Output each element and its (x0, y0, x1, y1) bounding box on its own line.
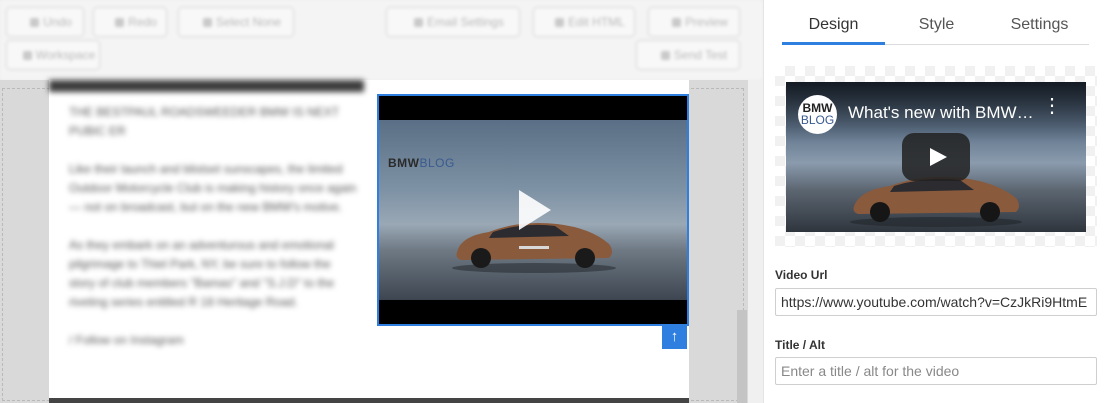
video-brand-logo: BMWBLOG (388, 156, 455, 170)
channel-avatar[interactable]: BMW BLOG (798, 95, 837, 134)
email-paragraph: / Follow on Instagram (69, 333, 184, 347)
workspace-label: Workspace (35, 48, 96, 62)
editor-toolbar: Undo Redo Select None Email Settings Edi… (0, 0, 763, 80)
brand-light: BLOG (419, 156, 455, 170)
edit-html-button[interactable]: Edit HTML (533, 7, 635, 37)
gear-icon (414, 18, 424, 27)
email-paragraph: THE BESTPAUL ROADSWEEDER BMW IS NEXT PUB… (69, 105, 339, 138)
redo-label: Redo (128, 15, 157, 29)
email-text-block[interactable]: THE BESTPAUL ROADSWEEDER BMW IS NEXT PUB… (69, 103, 359, 369)
preview-label: Preview (685, 15, 728, 29)
active-tab-indicator (782, 42, 885, 45)
select-none-label: Select None (215, 15, 282, 29)
youtube-embed[interactable]: BMW BLOG What's new with BMW? The BMW Vi… (786, 82, 1086, 232)
send-test-button[interactable]: Send Test (636, 40, 740, 70)
email-settings-label: Email Settings (427, 15, 504, 29)
play-icon[interactable] (517, 188, 553, 232)
panel-tabs: Design Style Settings (782, 8, 1089, 45)
brand-bold: BMW (388, 156, 420, 170)
title-alt-input[interactable] (775, 357, 1097, 385)
redo-icon (115, 18, 125, 27)
properties-panel: Design Style Settings BMW BLOG What's ne… (763, 0, 1108, 403)
email-paragraph: Like their launch and blistset sunscapes… (69, 162, 357, 214)
send-test-label: Send Test (673, 48, 728, 62)
video-url-input[interactable] (775, 288, 1097, 316)
youtube-play-button[interactable] (902, 133, 970, 181)
select-none-button[interactable]: Select None (178, 7, 294, 37)
undo-icon (30, 18, 40, 27)
scrollbar-thumb[interactable] (737, 310, 747, 403)
email-settings-button[interactable]: Email Settings (386, 7, 520, 37)
more-vert-icon[interactable]: ⋮ (1042, 96, 1062, 126)
move-up-button[interactable]: ↑ (662, 325, 687, 349)
canvas-scrollbar[interactable] (748, 80, 763, 403)
video-title[interactable]: What's new with BMW? The BMW Vision Next… (848, 103, 1038, 123)
redo-button[interactable]: Redo (93, 7, 167, 37)
workspace-button[interactable]: Workspace (6, 40, 100, 70)
video-url-label: Video Url (775, 268, 828, 282)
video-preview: BMW BLOG What's new with BMW? The BMW Vi… (775, 66, 1097, 247)
undo-label: Undo (43, 15, 72, 29)
video-block[interactable]: BMWBLOG (377, 94, 689, 326)
send-icon (660, 51, 670, 60)
arrow-up-icon: ↑ (670, 328, 679, 345)
tab-style[interactable]: Style (885, 16, 988, 34)
workspace-icon (22, 51, 32, 60)
edit-html-label: Edit HTML (568, 15, 625, 29)
email-header-strip (49, 80, 364, 92)
preview-button[interactable]: Preview (648, 7, 740, 37)
editor-area: Undo Redo Select None Email Settings Edi… (0, 0, 763, 403)
select-icon (202, 18, 212, 27)
title-alt-label: Title / Alt (775, 338, 826, 352)
eye-icon (672, 18, 682, 27)
email-paragraph: As they embark on an adventurous and emo… (69, 238, 335, 309)
tab-design[interactable]: Design (782, 16, 885, 34)
code-icon (555, 18, 565, 27)
email-footer-strip (49, 398, 689, 403)
undo-button[interactable]: Undo (6, 7, 84, 37)
tab-settings[interactable]: Settings (988, 16, 1091, 34)
avatar-line2: BLOG (800, 113, 835, 127)
